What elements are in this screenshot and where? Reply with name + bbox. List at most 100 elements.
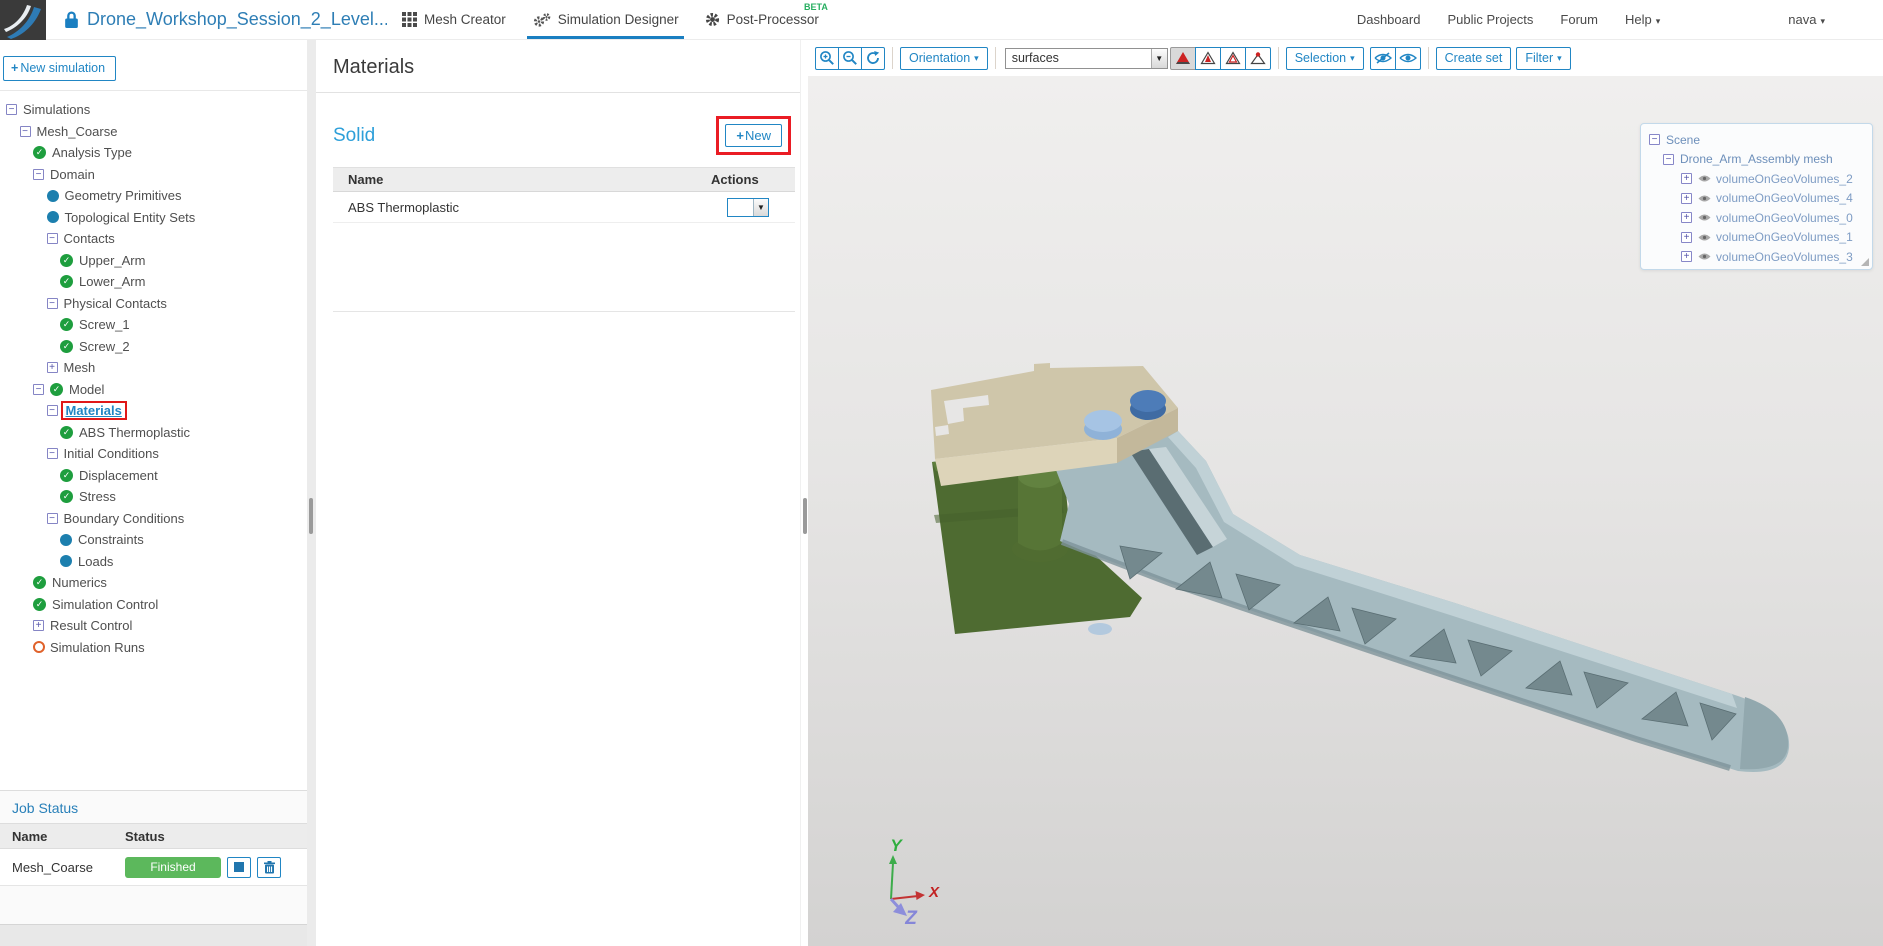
tree-item-screw-2[interactable]: ✓Screw_2 [0, 336, 307, 358]
expand-icon[interactable]: + [33, 620, 44, 631]
check-icon: ✓ [60, 469, 73, 482]
nav-public-projects[interactable]: Public Projects [1447, 12, 1533, 27]
triangle-red-outline-icon [1225, 51, 1241, 65]
expand-icon[interactable]: + [1681, 173, 1692, 184]
delete-job-button[interactable] [257, 857, 281, 878]
expand-icon[interactable]: + [1681, 193, 1692, 204]
tree-item-topological-entity-sets[interactable]: Topological Entity Sets [0, 207, 307, 229]
collapse-icon[interactable]: − [20, 126, 31, 137]
collapse-icon[interactable]: − [1663, 154, 1674, 165]
stop-job-button[interactable] [227, 857, 251, 878]
new-simulation-button[interactable]: + New simulation [3, 56, 116, 81]
tab-simulation-designer[interactable]: Simulation Designer [519, 0, 692, 39]
eye-icon[interactable] [1698, 252, 1711, 261]
right-splitter[interactable] [800, 40, 808, 946]
tree-item-screw-1[interactable]: ✓Screw_1 [0, 314, 307, 336]
collapse-icon[interactable]: − [1649, 134, 1660, 145]
tree-item-numerics[interactable]: ✓Numerics [0, 572, 307, 594]
scene-volume-volumeongeovolumes-4[interactable]: +volumeOnGeoVolumes_4 [1641, 189, 1872, 209]
scene-volume-volumeongeovolumes-1[interactable]: +volumeOnGeoVolumes_1 [1641, 228, 1872, 248]
project-title[interactable]: Drone_Workshop_Session_2_Level... [87, 9, 387, 30]
left-splitter[interactable] [307, 40, 316, 946]
render-mode-wireframe-button[interactable] [1220, 47, 1246, 70]
zoom-in-button[interactable] [815, 47, 839, 70]
tree-item-stress[interactable]: ✓Stress [0, 486, 307, 508]
chevron-down-icon: ▾ [1350, 53, 1355, 64]
collapse-icon[interactable]: − [47, 233, 58, 244]
tree-item-mesh-coarse[interactable]: −Mesh_Coarse [0, 121, 307, 143]
new-material-button[interactable]: + New [725, 124, 782, 147]
collapse-icon[interactable]: − [47, 513, 58, 524]
collapse-icon[interactable]: − [33, 169, 44, 180]
tree-item-constraints[interactable]: Constraints [0, 529, 307, 551]
tree-item-simulations[interactable]: −Simulations [0, 99, 307, 121]
tree-item-boundary-conditions[interactable]: −Boundary Conditions [0, 508, 307, 530]
eye-icon[interactable] [1698, 174, 1711, 183]
tree-label: ABS Thermoplastic [79, 425, 190, 440]
tree-item-abs-thermoplastic[interactable]: ✓ABS Thermoplastic [0, 422, 307, 444]
splitter-handle[interactable] [309, 498, 313, 534]
eye-icon[interactable] [1698, 233, 1711, 242]
orientation-dropdown[interactable]: Orientation▾ [900, 47, 988, 70]
triangle-red-dot-icon [1250, 51, 1266, 65]
material-row[interactable]: ABS Thermoplastic ▼ [333, 192, 795, 223]
expand-icon[interactable]: + [47, 362, 58, 373]
collapse-icon[interactable]: − [47, 405, 58, 416]
tree-item-materials[interactable]: −Materials [0, 400, 307, 422]
nav-forum[interactable]: Forum [1560, 12, 1598, 27]
check-icon: ✓ [60, 275, 73, 288]
job-panel-footer [0, 924, 307, 946]
tree-item-simulation-runs[interactable]: Simulation Runs [0, 637, 307, 659]
selection-dropdown[interactable]: Selection▾ [1286, 47, 1364, 70]
collapse-icon[interactable]: − [6, 104, 17, 115]
expand-icon[interactable]: + [1681, 232, 1692, 243]
tree-item-physical-contacts[interactable]: −Physical Contacts [0, 293, 307, 315]
render-mode-points-button[interactable] [1245, 47, 1271, 70]
user-menu[interactable]: nava▾ [1788, 12, 1825, 27]
viewport-canvas[interactable]: Y X Z − Scene − Drone_Arm_Assembly mes [808, 76, 1883, 946]
nav-help[interactable]: Help▾ [1625, 12, 1660, 27]
tree-item-upper-arm[interactable]: ✓Upper_Arm [0, 250, 307, 272]
tree-item-lower-arm[interactable]: ✓Lower_Arm [0, 271, 307, 293]
show-selection-button[interactable] [1395, 47, 1421, 70]
scene-root[interactable]: − Scene [1641, 130, 1872, 150]
render-mode-solid-button[interactable] [1170, 47, 1196, 70]
actions-dropdown[interactable]: ▼ [727, 198, 769, 217]
tree-item-model[interactable]: −✓Model [0, 379, 307, 401]
filter-dropdown[interactable]: Filter▾ [1516, 47, 1570, 70]
eye-icon[interactable] [1698, 194, 1711, 203]
tree-item-analysis-type[interactable]: ✓Analysis Type [0, 142, 307, 164]
tree-item-displacement[interactable]: ✓Displacement [0, 465, 307, 487]
refresh-view-button[interactable] [861, 47, 885, 70]
expand-icon[interactable]: + [1681, 251, 1692, 262]
hide-selection-button[interactable] [1370, 47, 1396, 70]
job-col-status: Status [125, 829, 165, 844]
scene-volume-volumeongeovolumes-0[interactable]: +volumeOnGeoVolumes_0 [1641, 208, 1872, 228]
create-set-button[interactable]: Create set [1436, 47, 1512, 70]
resize-handle[interactable] [1861, 258, 1869, 266]
collapse-icon[interactable]: − [47, 298, 58, 309]
eye-icon[interactable] [1698, 213, 1711, 222]
tree-item-loads[interactable]: Loads [0, 551, 307, 573]
collapse-icon[interactable]: − [47, 448, 58, 459]
tree-item-contacts[interactable]: −Contacts [0, 228, 307, 250]
tab-post-processor[interactable]: BETA Post-Processor [692, 0, 832, 39]
zoom-out-button[interactable] [838, 47, 862, 70]
tree-item-domain[interactable]: −Domain [0, 164, 307, 186]
splitter-handle[interactable] [803, 498, 807, 534]
scene-volume-volumeongeovolumes-3[interactable]: +volumeOnGeoVolumes_3 [1641, 247, 1872, 267]
render-filter-select[interactable]: surfaces ▼ [1005, 48, 1168, 69]
collapse-icon[interactable]: − [33, 384, 44, 395]
app-logo-icon[interactable] [0, 0, 46, 40]
render-mode-fill-button[interactable] [1195, 47, 1221, 70]
tab-mesh-creator[interactable]: Mesh Creator [389, 0, 519, 39]
tree-item-geometry-primitives[interactable]: Geometry Primitives [0, 185, 307, 207]
scene-volume-volumeongeovolumes-2[interactable]: +volumeOnGeoVolumes_2 [1641, 169, 1872, 189]
nav-dashboard[interactable]: Dashboard [1357, 12, 1421, 27]
tree-item-result-control[interactable]: +Result Control [0, 615, 307, 637]
tree-item-simulation-control[interactable]: ✓Simulation Control [0, 594, 307, 616]
tree-item-initial-conditions[interactable]: −Initial Conditions [0, 443, 307, 465]
scene-mesh[interactable]: − Drone_Arm_Assembly mesh [1641, 150, 1872, 170]
expand-icon[interactable]: + [1681, 212, 1692, 223]
tree-item-mesh[interactable]: +Mesh [0, 357, 307, 379]
